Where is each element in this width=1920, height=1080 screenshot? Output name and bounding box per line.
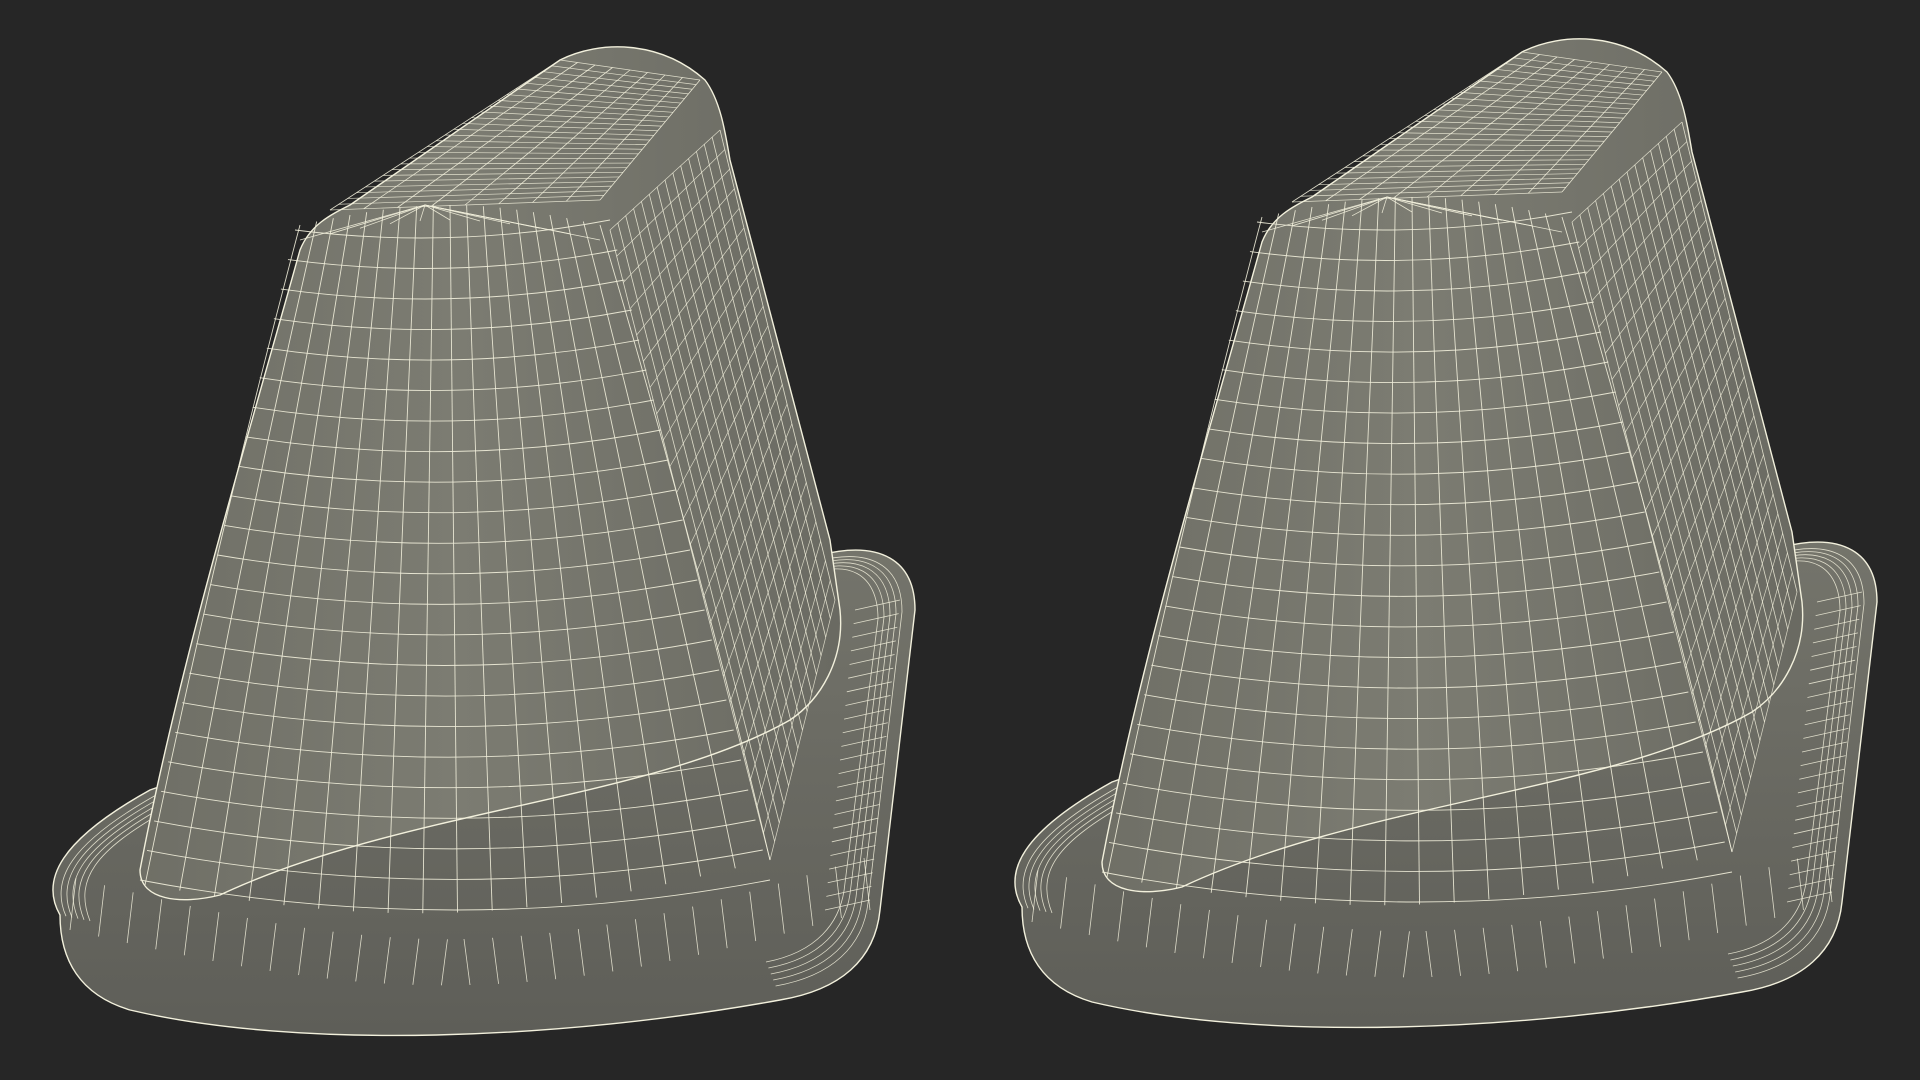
render-canvas (0, 0, 1920, 1080)
viewport (0, 0, 1920, 1080)
